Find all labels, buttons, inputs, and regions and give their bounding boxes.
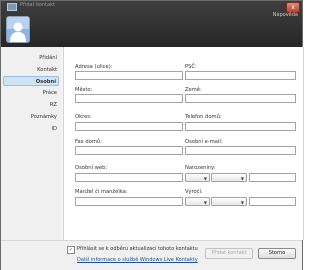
chevron-down-icon: ▼ xyxy=(240,200,244,205)
window-title: Přidat kontakt xyxy=(20,2,55,8)
sidebar-item-osobni[interactable]: Osobní xyxy=(3,76,59,86)
sidebar-item-kontakt[interactable]: Kontakt xyxy=(3,65,59,75)
district-input[interactable] xyxy=(75,122,183,131)
subscribe-checkbox[interactable]: ✓ xyxy=(67,246,75,254)
sidebar-item-pridani[interactable]: Přidání xyxy=(3,53,59,63)
personal-web-input[interactable] xyxy=(75,173,183,182)
home-fax-label: Fax domů: xyxy=(75,139,102,145)
street-input[interactable] xyxy=(75,71,183,80)
add-contact-button[interactable]: Přidat kontakt xyxy=(205,248,253,259)
home-fax-input[interactable] xyxy=(75,146,183,155)
country-label: Země: xyxy=(185,87,202,93)
sidebar-item-prace[interactable]: Práce xyxy=(3,88,59,98)
help-link[interactable]: Nápověda xyxy=(273,12,298,18)
spouse-input[interactable] xyxy=(75,197,183,206)
personal-details-form: Adresa (ulice): PSČ: Město: Země: Okres:… xyxy=(63,47,304,240)
chevron-down-icon: ▼ xyxy=(203,176,207,181)
personal-email-label: Osobní e-mail: xyxy=(185,139,223,145)
birthday-label: Narozeniny: xyxy=(185,165,216,171)
country-input[interactable] xyxy=(185,94,296,103)
zip-input[interactable] xyxy=(185,71,296,80)
chevron-down-icon: ▼ xyxy=(240,176,244,181)
user-avatar-icon xyxy=(7,17,29,42)
zip-label: PSČ: xyxy=(185,64,197,70)
personal-email-input[interactable] xyxy=(185,146,296,155)
personal-web-label: Osobní web: xyxy=(75,165,108,171)
birthday-year-input[interactable] xyxy=(249,173,296,182)
city-input[interactable] xyxy=(75,94,183,103)
cancel-button[interactable]: Storno xyxy=(258,248,296,259)
sidebar-item-rz[interactable]: RZ xyxy=(3,100,59,110)
anniversary-month-select[interactable]: ▼ xyxy=(211,197,247,206)
chevron-down-icon: ▼ xyxy=(203,200,207,205)
home-phone-label: Telefon domů: xyxy=(185,114,222,120)
home-phone-input[interactable] xyxy=(185,122,296,131)
street-label: Adresa (ulice): xyxy=(75,64,113,70)
add-contact-window: Přidat kontakt x Nápověda Přidání Kontak… xyxy=(0,0,304,270)
dialog-footer: ✓ Přihlásit se k odběru aktualizací toho… xyxy=(1,240,302,270)
sidebar-item-id[interactable]: ID xyxy=(3,124,59,134)
avatar[interactable] xyxy=(6,16,30,43)
subscribe-checkbox-label: Přihlásit se k odběru aktualizací tohoto… xyxy=(77,246,198,252)
anniversary-year-input[interactable] xyxy=(249,197,296,206)
sidebar-item-poznamky[interactable]: Poznámky xyxy=(3,112,59,122)
district-label: Okres: xyxy=(75,114,92,120)
city-label: Město: xyxy=(75,87,93,93)
contacts-window-icon xyxy=(7,3,17,11)
birthday-day-select[interactable]: ▼ xyxy=(185,173,210,182)
title-bar: Přidat kontakt x Nápověda xyxy=(1,1,302,47)
spouse-label: Manžel či manželka: xyxy=(75,189,128,195)
anniversary-label: Výročí: xyxy=(185,189,203,195)
anniversary-day-select[interactable]: ▼ xyxy=(185,197,210,206)
category-sidebar: Přidání Kontakt Osobní Práce RZ Poznámky… xyxy=(1,47,61,240)
birthday-month-select[interactable]: ▼ xyxy=(211,173,247,182)
more-info-link[interactable]: Další informace o službě Windows Live Ko… xyxy=(77,257,198,263)
